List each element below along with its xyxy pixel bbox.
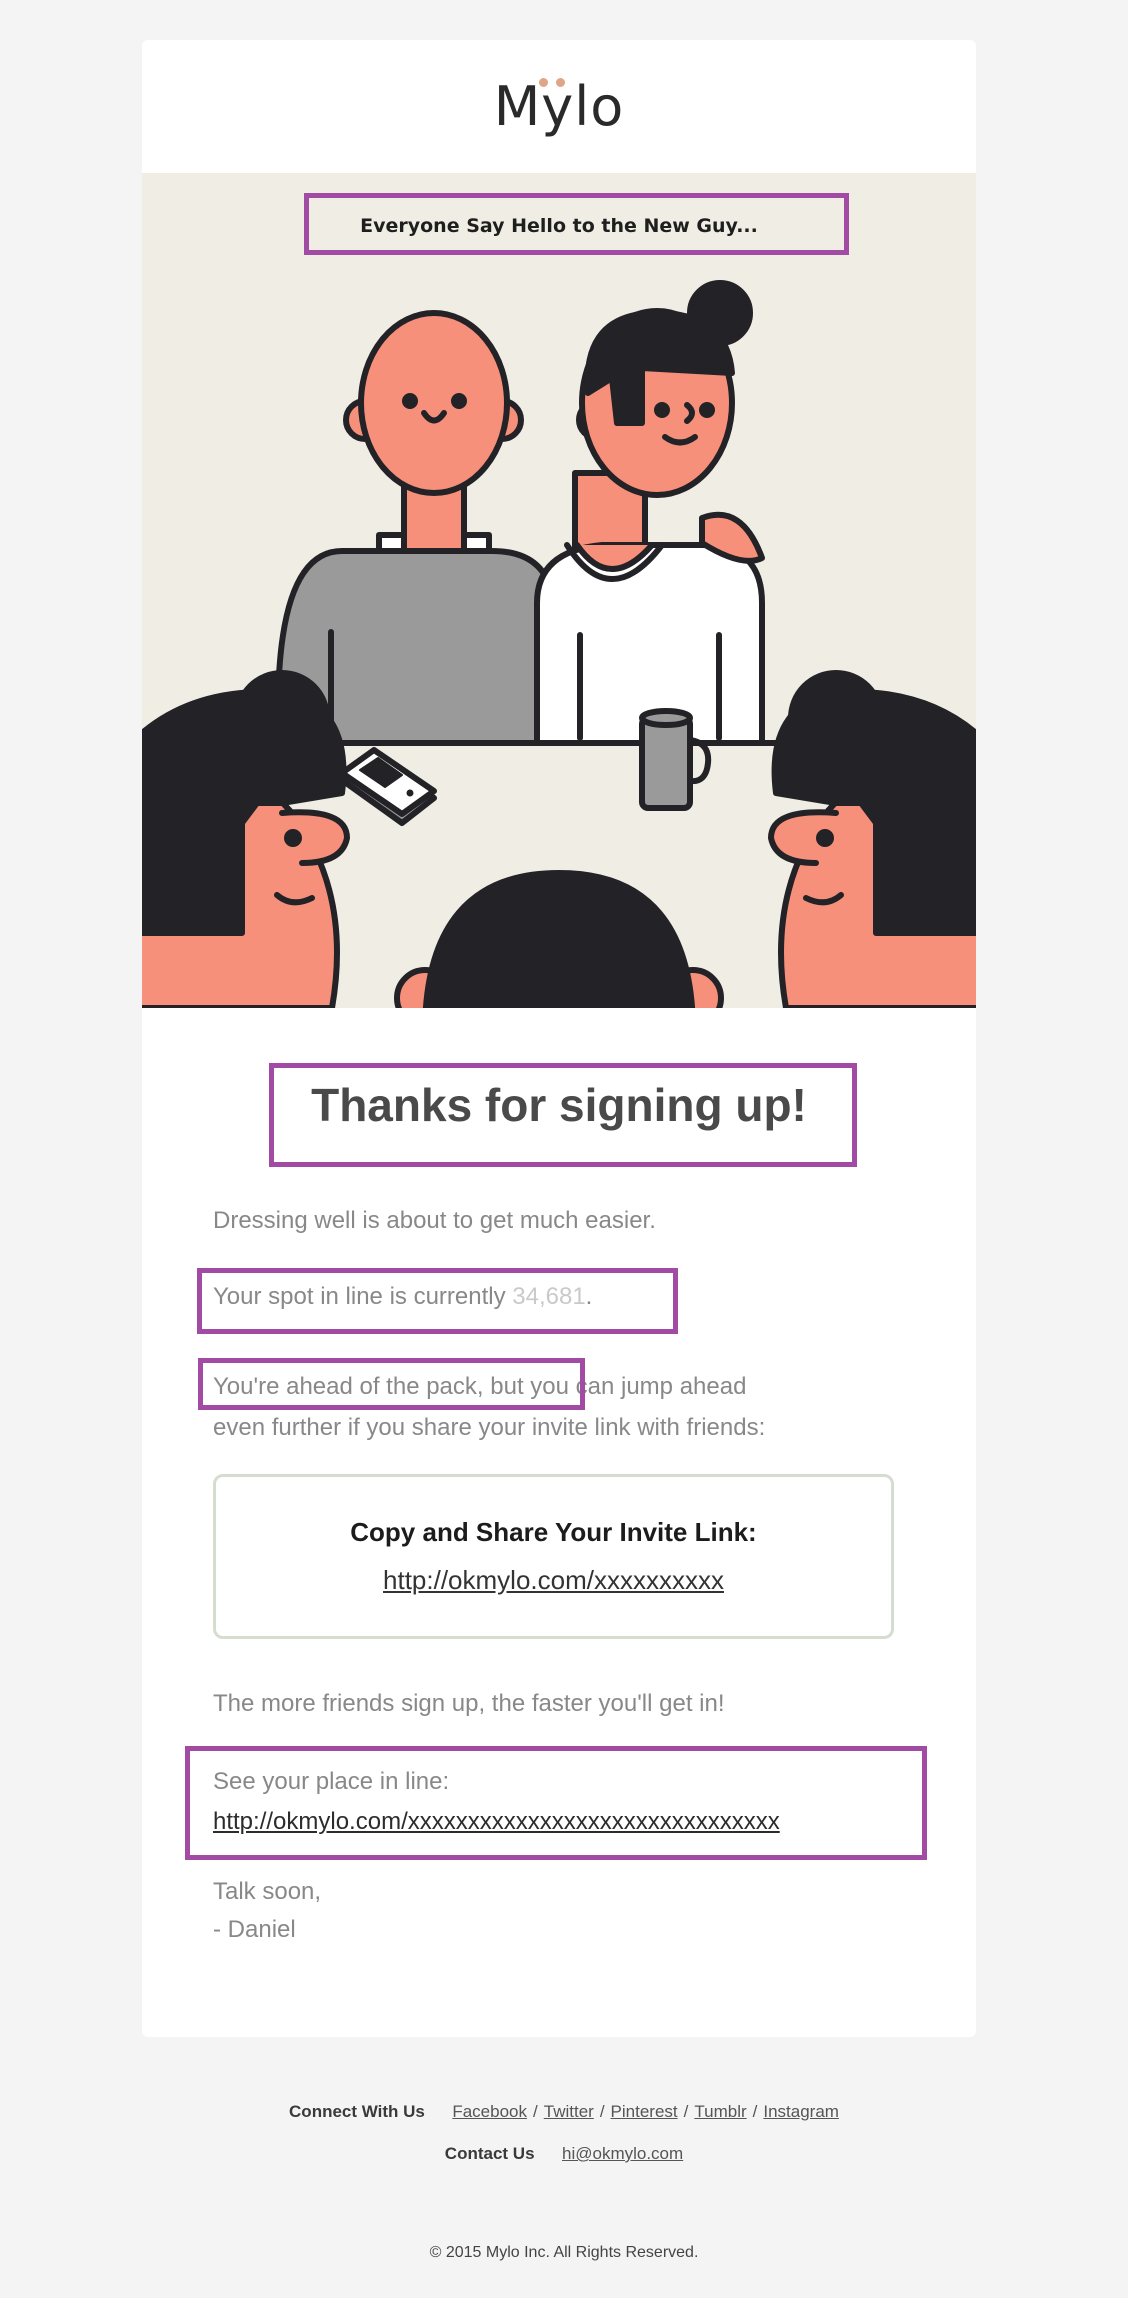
tumblr-link[interactable]: Tumblr [694,2102,746,2121]
email-card: Mylo Everyone Say Hello to the New Guy..… [142,40,976,2037]
mylo-logo[interactable]: Mylo [494,75,625,138]
front-right-head [768,670,976,1008]
copyright: © 2015 Mylo Inc. All Rights Reserved. [429,2244,699,2261]
contact-email-link[interactable]: hi@okmylo.com [562,2144,683,2163]
facebook-link[interactable]: Facebook [452,2102,527,2121]
connect-label: Connect With Us [289,2102,425,2121]
footer-contact: Contact Us hi@okmylo.com [0,2144,1128,2164]
signoff-line-1: Talk soon, [213,1878,322,1905]
new-guy-figure [534,280,765,776]
bald-man-figure [275,310,555,746]
hero-banner: Everyone Say Hello to the New Guy... [142,173,976,1008]
place-in-line-label: See your place in line: [213,1768,450,1795]
email-header: Mylo [142,40,976,173]
footer-social: Connect With Us Facebook / Twitter / Pintere… [289,2102,839,2121]
twitter-link[interactable]: Twitter [544,2102,594,2121]
signoff-line-2: - Daniel [213,1916,296,1943]
pinterest-link[interactable]: Pinterest [611,2102,678,2121]
front-left-head [142,670,350,1008]
spot-number: 34,681 [512,1283,586,1310]
invite-link[interactable]: http://okmylo.com/xxxxxxxxxx [216,1565,891,1596]
highlight-box [185,1746,927,1860]
instagram-link[interactable]: Instagram [763,2102,839,2121]
place-in-line-link[interactable]: http://okmylo.com/xxxxxxxxxxxxxxxxxxxxxx… [213,1808,780,1836]
hero-caption: Everyone Say Hello to the New Guy... [360,215,758,237]
ahead-text-line-2: even further if you share your invite li… [213,1414,766,1441]
ahead-text-line-1: You're ahead of the pack, but you can ju… [213,1373,747,1400]
contact-label: Contact Us [444,2144,535,2163]
spot-in-line-text: Your spot in line is currently 34,681. [213,1283,593,1310]
intro-text: Dressing well is about to get much easie… [213,1207,656,1234]
invite-link-box: Copy and Share Your Invite Link: http://… [213,1474,894,1639]
logo-dots-icon [538,78,565,87]
team-meeting-illustration [142,280,976,1008]
invite-box-title: Copy and Share Your Invite Link: [350,1517,757,1547]
more-friends-text: The more friends sign up, the faster you… [213,1690,725,1717]
page-title: Thanks for signing up! [311,1079,807,1131]
